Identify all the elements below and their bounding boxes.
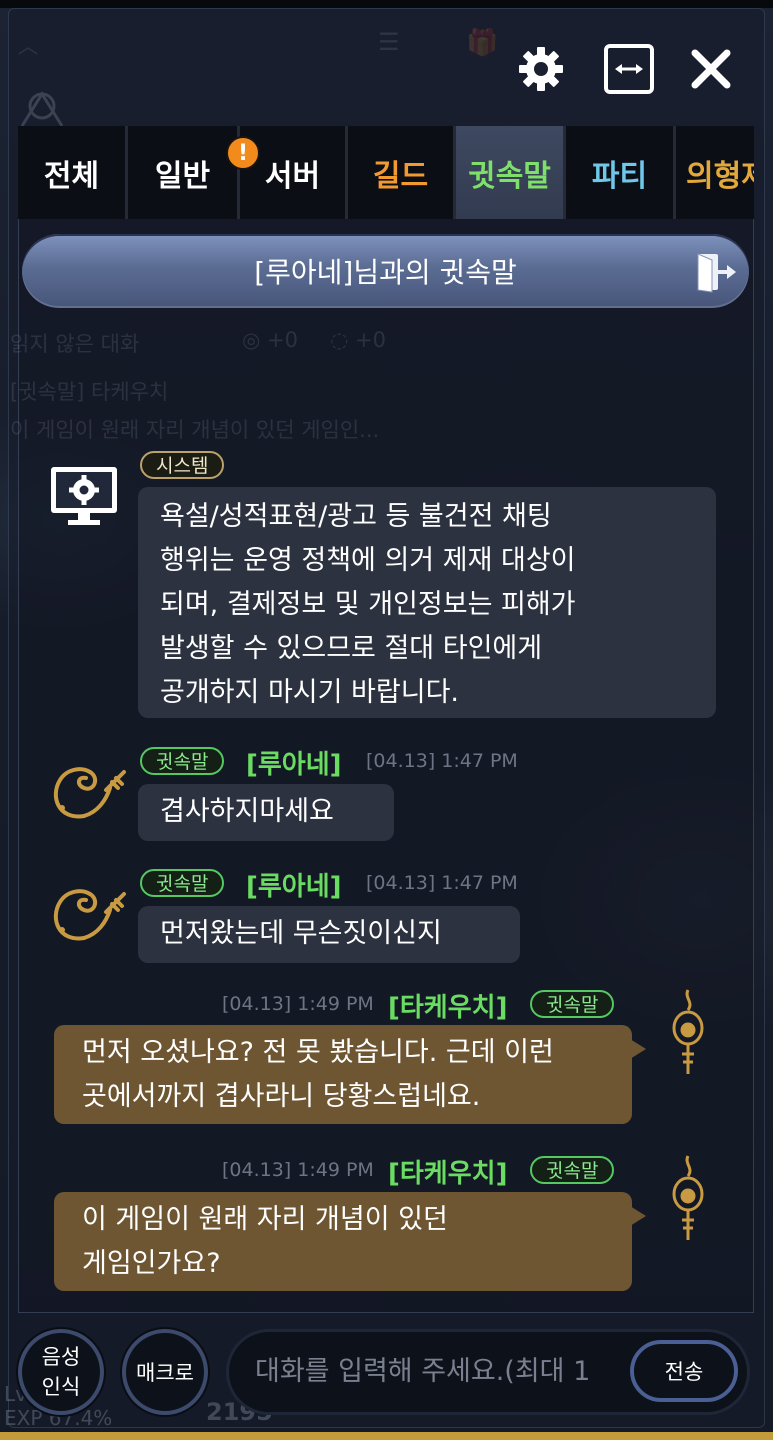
macro-label: 매크로 — [136, 1361, 194, 1385]
tab-all[interactable]: 전체 — [18, 126, 128, 219]
whisper-tag: 귓속말 — [140, 747, 225, 775]
top-strip — [0, 0, 773, 8]
system-message-bubble: 욕설/성적표현/광고 등 불건전 채팅 행위는 운영 정책에 의거 제재 대상이… — [138, 487, 716, 718]
message-text: 곳에서까지 겹사라니 당황스럽네요. — [82, 1081, 481, 1112]
scorpion-class-icon — [54, 889, 126, 941]
message-time: [04.13] 1:49 PM — [222, 1159, 374, 1181]
server-alert-badge: ! — [226, 136, 260, 170]
sender-name[interactable]: [루아네] — [246, 744, 342, 781]
voice-label-line: 음성 — [41, 1345, 81, 1369]
voice-recognition-button[interactable]: 음성 인식 — [18, 1329, 104, 1415]
my-message-bubble: 이 게임이 원래 자리 개념이 있던 게임인가요? — [54, 1192, 646, 1291]
scorpion-class-icon — [54, 767, 126, 819]
send-button[interactable]: 전송 — [630, 1340, 738, 1402]
message-text: 겹사하지마세요 — [160, 796, 334, 827]
flame-class-icon — [672, 1155, 704, 1240]
whisper-tag: 귓속말 — [530, 990, 615, 1018]
resize-button[interactable] — [602, 42, 656, 96]
tab-general[interactable]: 일반 — [128, 126, 240, 219]
ghost-preview-text: 이 게임이 원래 자리 개념이 있던 게임인... — [10, 418, 380, 442]
message-time: [04.13] 1:47 PM — [366, 872, 518, 894]
menu-icon: ☰ — [378, 28, 400, 56]
close-button[interactable] — [684, 42, 738, 96]
horizontal-resize-icon — [604, 44, 654, 94]
message-time: [04.13] 1:47 PM — [366, 750, 518, 772]
system-message-line: 행위는 운영 정책에 의거 제재 대상이 — [160, 545, 576, 576]
sender-name[interactable]: [타케우치] — [388, 1153, 507, 1190]
ghost-counter-a: ◎ +0 — [242, 328, 298, 352]
system-message-line: 공개하지 마시기 바랍니다. — [160, 677, 459, 708]
gear-icon — [519, 47, 563, 91]
chat-input-placeholder: 대화를 입력해 주세요.(최대 1 — [255, 1356, 591, 1387]
system-message-line: 되며, 결제정보 및 개인정보는 피해가 — [160, 589, 576, 620]
tab-server[interactable]: 서버 — [240, 126, 348, 219]
tab-guild[interactable]: 길드 — [348, 126, 456, 219]
chat-tabs: 전체 일반 서버 길드 귓속말 파티 의형제 — [18, 126, 754, 219]
message-text: 이 게임이 원래 자리 개념이 있던 — [82, 1204, 448, 1235]
system-message-line: 욕설/성적표현/광고 등 불건전 채팅 — [160, 501, 552, 532]
message-bubble: 먼저왔는데 무슨짓이신지 — [138, 906, 520, 963]
system-monitor-gear-icon — [51, 467, 117, 525]
my-message-bubble: 먼저 오셨나요? 전 못 봤습니다. 근데 이런 곳에서까지 겹사라니 당황스럽… — [54, 1025, 646, 1124]
send-label: 전송 — [664, 1360, 704, 1384]
tab-brotherhood[interactable]: 의형제 — [676, 126, 754, 219]
message-time: [04.13] 1:49 PM — [222, 993, 374, 1015]
bottom-gold-bar — [0, 1432, 773, 1440]
whisper-header-bar: [루아네]님과의 귓속말 — [22, 234, 749, 308]
flame-class-icon — [672, 989, 704, 1074]
message-text: 먼저 오셨나요? 전 못 봤습니다. 근데 이런 — [82, 1037, 554, 1068]
system-message-line: 발생할 수 있으므로 절대 타인에게 — [160, 633, 543, 664]
ghost-preview-name: [귓속말] 타케우치 — [10, 380, 169, 404]
ghost-unread-label: 읽지 않은 대화 — [10, 332, 140, 356]
gift-icon: 🎁 — [466, 28, 499, 58]
tab-whisper[interactable]: 귓속말 — [456, 126, 566, 219]
close-icon — [691, 49, 731, 89]
sender-name[interactable]: [루아네] — [246, 866, 342, 903]
system-tag: 시스템 — [140, 451, 225, 479]
whisper-title: [루아네]님과의 귓속말 — [254, 256, 517, 289]
message-text: 게임인가요? — [82, 1248, 221, 1279]
whisper-tag: 귓속말 — [140, 869, 225, 897]
exit-whisper-button[interactable] — [694, 250, 738, 294]
collapse-caret-icon: ︿ — [18, 34, 38, 58]
ghost-counter-a-value: +0 — [267, 328, 298, 352]
tab-party[interactable]: 파티 — [566, 126, 676, 219]
ghost-counter-b: ◌ +0 — [330, 328, 386, 352]
sender-name[interactable]: [타케우치] — [388, 987, 507, 1024]
background-emblem-icon — [20, 91, 64, 127]
macro-button[interactable]: 매크로 — [122, 1329, 208, 1415]
ghost-counter-b-value: +0 — [355, 328, 386, 352]
message-text: 먼저왔는데 무슨짓이신지 — [160, 918, 442, 949]
whisper-tag: 귓속말 — [530, 1156, 615, 1184]
background-header: ︿ ☰ 🎁 — [18, 26, 518, 66]
settings-button[interactable] — [514, 42, 568, 96]
message-bubble: 겹사하지마세요 — [138, 784, 394, 841]
voice-label-line: 인식 — [41, 1375, 81, 1399]
